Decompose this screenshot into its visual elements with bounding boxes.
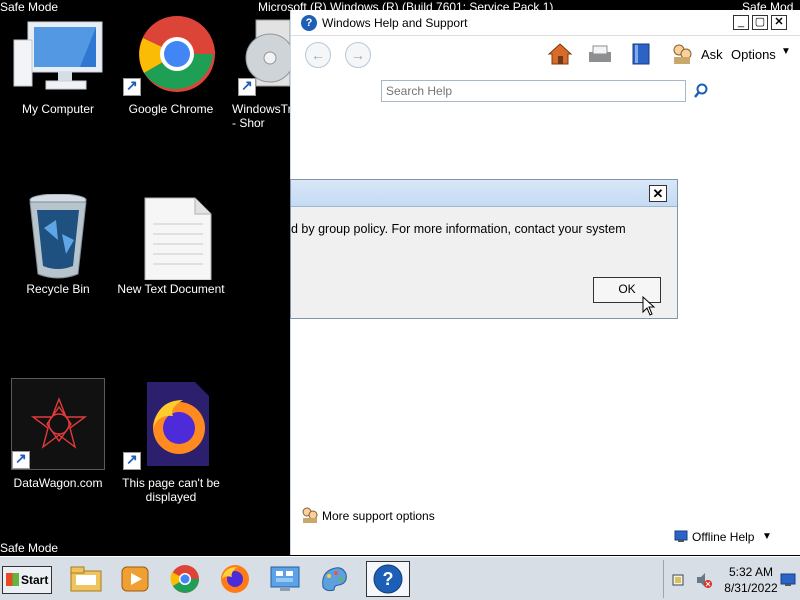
ask-icon[interactable] (671, 42, 693, 69)
disc-icon (226, 14, 295, 96)
datawagon-icon (11, 378, 105, 470)
shortcut-arrow-icon (123, 77, 141, 96)
shortcut-arrow-icon (123, 451, 141, 470)
maximize-button[interactable]: ▢ (752, 15, 768, 30)
svg-text:?: ? (383, 569, 394, 589)
options-chevron-down-icon[interactable]: ▼ (781, 46, 791, 57)
more-support-link[interactable]: More support options (322, 509, 435, 523)
clock-time: 5:32 AM (728, 565, 774, 579)
desktop-icon-windows-tr[interactable]: WindowsTr - Shor (226, 14, 298, 130)
shortcut-arrow-icon (238, 77, 256, 96)
ask-button[interactable]: Ask (701, 47, 723, 62)
offline-help-chevron-down-icon[interactable]: ▼ (762, 531, 772, 542)
recycle-bin-label: Recycle Bin (26, 282, 90, 296)
action-center-icon[interactable] (671, 572, 687, 591)
minimize-button[interactable]: _ (733, 15, 749, 30)
help-titlebar[interactable]: ? Windows Help and Support _ ▢ ✕ (291, 10, 800, 36)
windows-tr-label: WindowsTr - Shor (232, 102, 290, 130)
shortcut-arrow-icon (12, 450, 30, 469)
chrome-icon (123, 14, 219, 96)
desktop-icon-firefox-page[interactable]: This page can't be displayed (116, 378, 226, 504)
help-window-title: Windows Help and Support (322, 16, 468, 30)
print-icon[interactable] (587, 44, 613, 69)
start-button[interactable]: Start (2, 566, 52, 594)
desktop-icon-recycle-bin[interactable]: Recycle Bin (3, 193, 113, 296)
mouse-pointer-icon (642, 295, 656, 316)
volume-muted-icon[interactable] (695, 571, 713, 592)
windows-flag-icon (6, 573, 19, 586)
firefox-icon (123, 378, 219, 470)
dialog-titlebar[interactable]: ✕ (291, 180, 677, 207)
start-label: Start (21, 573, 49, 587)
media-player-icon[interactable] (118, 563, 152, 595)
search-input[interactable] (381, 80, 686, 102)
help-icon: ? (301, 15, 317, 31)
text-document-icon (123, 194, 219, 281)
firefox-page-label: This page can't be displayed (122, 476, 220, 504)
clock[interactable]: 5:32 AM 8/31/2022 (721, 564, 781, 596)
back-button[interactable]: ← (305, 42, 331, 68)
chrome-taskbar-icon[interactable] (168, 563, 202, 595)
offline-help-button[interactable]: Offline Help (692, 530, 754, 544)
offline-help-icon (674, 529, 688, 546)
browse-help-icon[interactable] (631, 42, 651, 69)
safe-mode-bottom-left: Safe Mode (0, 541, 59, 555)
clock-date: 8/31/2022 (724, 581, 778, 595)
computer-icon (10, 14, 106, 96)
desktop-icon-datawagon[interactable]: DataWagon.com (3, 378, 113, 490)
taskbar: Start ? 5:32 AM 8/31/2022 (0, 556, 800, 600)
safe-mode-top-left: Safe Mode (0, 0, 59, 14)
desktop-icon-new-text-document[interactable]: New Text Document (116, 194, 226, 296)
search-icon[interactable] (693, 83, 709, 99)
firefox-taskbar-icon[interactable] (218, 563, 252, 595)
desktop-icon-google-chrome[interactable]: Google Chrome (116, 14, 226, 116)
show-desktop-icon[interactable] (780, 572, 796, 591)
control-panel-icon[interactable] (268, 563, 302, 595)
google-chrome-label: Google Chrome (128, 102, 214, 116)
dialog-close-button[interactable]: ✕ (649, 185, 667, 202)
new-text-document-label: New Text Document (117, 282, 225, 296)
datawagon-label: DataWagon.com (13, 476, 103, 490)
more-support-icon[interactable] (301, 507, 319, 526)
recycle-bin-icon (10, 193, 106, 279)
dialog-message: d by group policy. For more information,… (291, 222, 626, 236)
paint-icon[interactable] (317, 563, 351, 595)
options-button[interactable]: Options (731, 47, 776, 62)
my-computer-label: My Computer (21, 102, 95, 116)
notification-area: 5:32 AM 8/31/2022 (663, 560, 800, 598)
forward-button[interactable]: → (345, 42, 371, 68)
close-button[interactable]: ✕ (771, 15, 787, 30)
home-icon[interactable] (547, 42, 573, 69)
policy-dialog[interactable]: ✕ d by group policy. For more informatio… (290, 179, 678, 319)
desktop-icon-my-computer[interactable]: My Computer (3, 14, 113, 116)
file-explorer-icon[interactable] (69, 563, 103, 595)
help-and-support-taskbar-button[interactable]: ? (366, 561, 410, 597)
